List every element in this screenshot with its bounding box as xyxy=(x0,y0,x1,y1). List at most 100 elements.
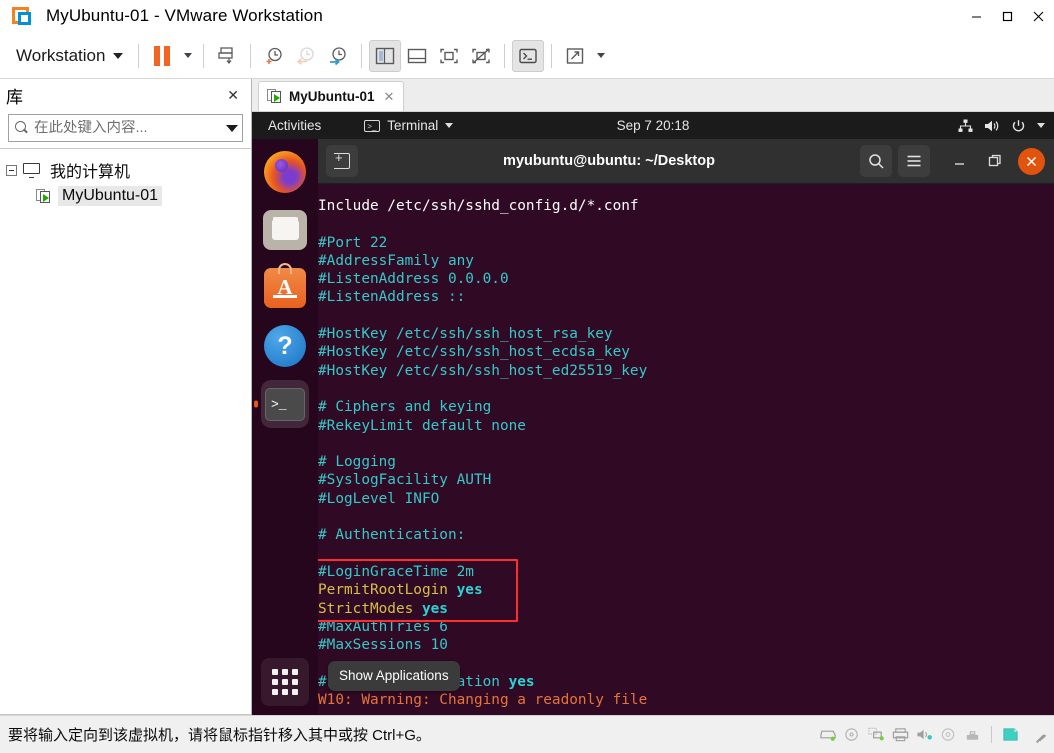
sound-card-icon[interactable] xyxy=(916,727,933,742)
cd-dvd-icon[interactable] xyxy=(844,727,861,742)
terminal-maximize-button[interactable] xyxy=(980,145,1010,177)
monitor-icon xyxy=(23,162,40,178)
app-menu-terminal[interactable]: >_ Terminal xyxy=(364,118,454,133)
terminal-lines: Include /etc/ssh/sshd_config.d/*.conf #P… xyxy=(318,197,1054,709)
terminal-text: #SyslogFacility AUTH xyxy=(318,472,492,489)
terminal-text: # Authentication: xyxy=(318,527,466,544)
snapshot-manager-button[interactable] xyxy=(322,40,354,72)
toolbar-divider xyxy=(551,43,553,68)
fullscreen-button[interactable] xyxy=(559,40,591,72)
system-indicators[interactable] xyxy=(958,119,1045,133)
library-panel: 库 ✕ 我的计算机 MyUbuntu-01 xyxy=(0,79,252,715)
clock-plus-icon xyxy=(266,47,283,64)
dock-files-button[interactable] xyxy=(261,206,309,254)
toolbar-divider xyxy=(250,43,252,68)
clock-back-icon xyxy=(297,46,315,65)
terminal-output[interactable]: Include /etc/ssh/sshd_config.d/*.conf #P… xyxy=(318,184,1054,715)
workstation-menu-button[interactable]: Workstation xyxy=(8,42,131,70)
terminal-line: #HostKey /etc/ssh/ssh_host_rsa_key xyxy=(318,325,1054,343)
terminal-text: # Ciphers and keying xyxy=(318,399,492,416)
terminal-new-tab-button[interactable] xyxy=(326,145,358,177)
library-close-button[interactable]: ✕ xyxy=(223,87,243,104)
printer-icon[interactable] xyxy=(892,727,909,742)
dock-terminal-button[interactable]: >_ xyxy=(261,380,309,428)
guest-screen: Activities >_ Terminal Sep 7 20:18 A ? >… xyxy=(252,112,1054,715)
dock-firefox-button[interactable] xyxy=(261,148,309,196)
fullscreen-dropdown-button[interactable] xyxy=(591,40,609,72)
hide-thumbnails-button[interactable] xyxy=(465,40,497,72)
terminal-title: myubuntu@ubuntu: ~/Desktop xyxy=(503,153,715,169)
show-thumbnails-button[interactable] xyxy=(433,40,465,72)
show-library-button[interactable] xyxy=(369,39,402,72)
terminal-prompt-icon xyxy=(519,48,538,63)
vm-tab-label: MyUbuntu-01 xyxy=(289,89,375,104)
chevron-down-icon xyxy=(445,123,454,128)
tree-item-my-computer[interactable]: 我的计算机 xyxy=(0,157,251,183)
close-icon xyxy=(1017,147,1045,175)
dock-software-button[interactable]: A xyxy=(261,263,309,312)
chevron-down-icon xyxy=(1037,123,1045,128)
terminal-line: #SyslogFacility AUTH xyxy=(318,471,1054,489)
window-close-button[interactable] xyxy=(1023,0,1054,33)
terminal-icon: >_ xyxy=(364,119,381,132)
terminal-text: # Logging xyxy=(318,454,396,471)
window-maximize-button[interactable] xyxy=(992,0,1023,33)
network-adapter-icon[interactable] xyxy=(868,727,885,742)
library-search-input[interactable] xyxy=(34,120,221,136)
power-dropdown-button[interactable] xyxy=(178,40,196,72)
show-console-view-button[interactable] xyxy=(401,40,433,72)
show-terminal-button[interactable] xyxy=(512,39,545,72)
terminal-text: #LogLevel INFO xyxy=(318,490,440,507)
floppy-icon[interactable] xyxy=(940,727,957,742)
terminal-minimize-button[interactable] xyxy=(944,145,974,177)
display-icon[interactable] xyxy=(1002,727,1019,742)
tree-item-label: MyUbuntu-01 xyxy=(58,186,163,206)
terminal-text: yes xyxy=(456,582,483,599)
terminal-search-button[interactable] xyxy=(860,145,892,177)
terminal-text: PermitRootLogin xyxy=(318,582,457,599)
tree-item-label: 我的计算机 xyxy=(50,164,131,181)
dock-help-button[interactable]: ? xyxy=(261,322,309,370)
activities-button[interactable]: Activities xyxy=(261,116,328,135)
show-applications-tooltip: Show Applications xyxy=(328,660,460,692)
usb-icon[interactable] xyxy=(964,727,981,742)
hard-disk-icon[interactable] xyxy=(820,727,837,742)
show-applications-button[interactable] xyxy=(261,658,309,706)
vmware-logo-icon xyxy=(10,4,34,28)
manage-snapshot-button[interactable] xyxy=(211,40,243,72)
terminal-close-button[interactable] xyxy=(1016,145,1046,177)
window-minimize-button[interactable] xyxy=(961,0,992,33)
vm-tab-myubuntu-01[interactable]: MyUbuntu-01 ✕ xyxy=(258,81,405,111)
vm-tab-strip: MyUbuntu-01 ✕ xyxy=(252,79,1054,112)
chevron-down-icon xyxy=(113,52,124,59)
crossed-frame-icon xyxy=(472,47,491,64)
window-title: MyUbuntu-01 - VMware Workstation xyxy=(46,6,323,25)
ubuntu-software-icon: A xyxy=(264,263,306,308)
vmware-title-bar: MyUbuntu-01 - VMware Workstation xyxy=(0,0,1054,33)
app-menu-label: Terminal xyxy=(387,118,439,133)
library-search-box[interactable] xyxy=(8,114,243,142)
collapse-icon[interactable] xyxy=(6,164,17,176)
terminal-header-bar: myubuntu@ubuntu: ~/Desktop xyxy=(318,139,1054,184)
expand-arrows-icon xyxy=(567,47,584,64)
revert-snapshot-button[interactable] xyxy=(290,40,322,72)
vm-tab-close-button[interactable]: ✕ xyxy=(381,89,398,105)
search-icon xyxy=(868,153,884,169)
terminal-line: PermitRootLogin yes xyxy=(318,581,1054,599)
chevron-down-icon[interactable] xyxy=(226,124,238,132)
take-snapshot-button[interactable] xyxy=(258,40,290,72)
sidebar-panel-icon xyxy=(376,47,395,64)
terminal-menu-button[interactable] xyxy=(898,145,930,177)
toolbar-divider xyxy=(504,43,506,68)
bottom-panel-icon xyxy=(408,48,427,63)
terminal-text: #MaxAuthTries 6 xyxy=(318,618,448,635)
center-frame-icon xyxy=(440,48,459,63)
terminal-text: #LoginGraceTime 2m xyxy=(318,563,474,580)
resize-grip[interactable] xyxy=(1034,728,1048,743)
vm-icon xyxy=(36,188,52,204)
tree-item-myubuntu-01[interactable]: MyUbuntu-01 xyxy=(0,183,251,209)
firefox-icon xyxy=(264,151,306,193)
suspend-button[interactable] xyxy=(146,40,178,72)
